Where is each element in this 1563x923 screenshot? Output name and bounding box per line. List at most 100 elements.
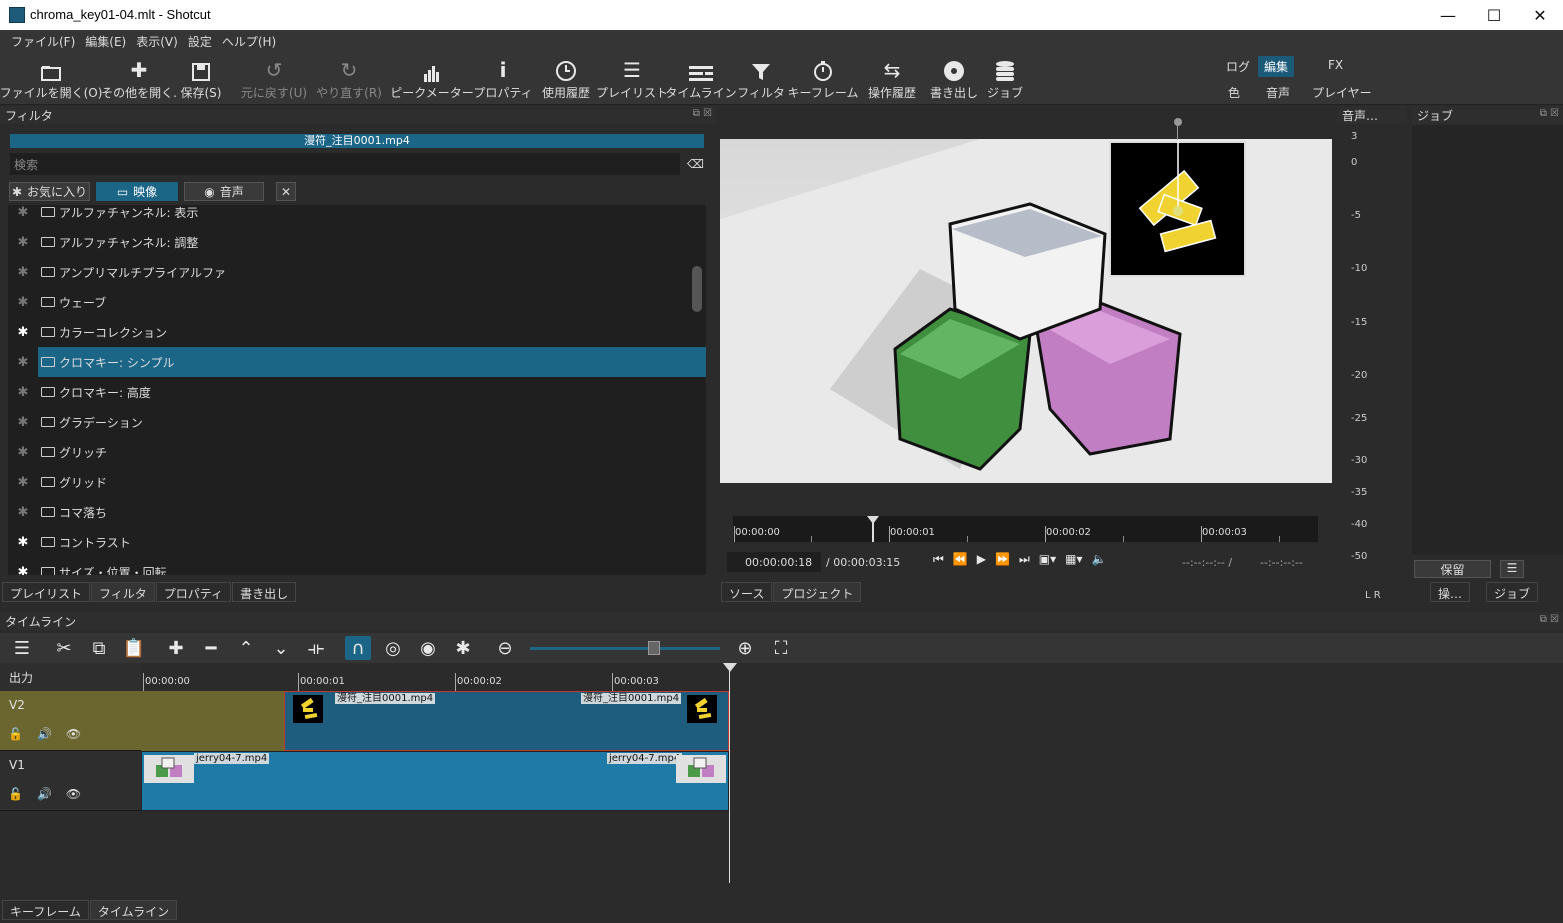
layout-player[interactable]: プレイヤー — [1306, 82, 1378, 103]
filter-item[interactable]: ✱ コマ落ち — [8, 497, 706, 527]
timeline-empty-area[interactable] — [0, 811, 1563, 898]
clip-v2[interactable]: 漫符_注目0001.mp4 漫符_注目0001.mp4 — [284, 691, 729, 751]
volume-icon[interactable]: 🔈 — [1092, 552, 1107, 567]
tab-keyframes[interactable]: キーフレーム — [2, 900, 89, 920]
close-button[interactable]: ✕ — [1517, 0, 1563, 30]
zoom-in-icon[interactable]: ⊕ — [732, 636, 758, 660]
tab-filters[interactable]: フィルタ — [91, 582, 155, 602]
filter-list-scrollbar[interactable] — [692, 266, 702, 312]
paste-icon[interactable]: 📋 — [121, 636, 147, 660]
clear-search-icon[interactable]: ⌫ — [687, 157, 705, 171]
tab-project[interactable]: プロジェクト — [773, 582, 862, 602]
playlist-button[interactable]: ☰ プレイリスト — [596, 54, 668, 102]
tab-jobs[interactable]: ジョブ — [1486, 582, 1539, 602]
dock-buttons[interactable]: ⧉ ☒ — [693, 108, 712, 119]
filter-item[interactable]: ✱ クロマキー: 高度 — [8, 377, 706, 407]
maximize-button[interactable]: ☐ — [1471, 0, 1517, 30]
favorite-star-icon[interactable]: ✱ — [8, 205, 38, 220]
fast-forward-icon[interactable]: ⏩ — [995, 552, 1010, 567]
zoom-icon[interactable]: ▣▾ — [1039, 552, 1056, 567]
player-playhead[interactable] — [867, 516, 879, 542]
jobs-button[interactable]: ジョブ — [987, 54, 1023, 102]
layout-editing[interactable]: 編集 — [1258, 56, 1295, 77]
filter-button[interactable]: フィルタ — [737, 54, 785, 102]
filter-search-input[interactable]: 検索 — [10, 153, 680, 175]
overwrite-icon[interactable]: ⌄ — [268, 636, 294, 660]
zoom-fit-icon[interactable]: ⛶ — [768, 636, 794, 660]
video-preview[interactable] — [720, 139, 1332, 483]
track-header-v2[interactable]: V2 🔓 🔊 👁 — [0, 691, 141, 751]
timeline-menu-icon[interactable]: ☰ — [9, 636, 35, 660]
favorites-chip[interactable]: ✱ お気に入り — [9, 182, 90, 201]
menu-view[interactable]: 表示(V) — [131, 30, 183, 50]
filter-item[interactable]: ✱ コントラスト — [8, 527, 706, 557]
peak-meter-button[interactable]: ピークメーター — [390, 54, 474, 102]
favorite-star-icon[interactable]: ✱ — [8, 565, 38, 576]
favorite-star-icon[interactable]: ✱ — [8, 325, 38, 340]
layout-fx[interactable]: FX — [1322, 56, 1349, 74]
zoom-slider[interactable] — [530, 647, 720, 650]
track-header-v1[interactable]: V1 🔓 🔊 👁 — [0, 751, 141, 811]
dock-buttons[interactable]: ⧉ ☒ — [1540, 108, 1559, 119]
favorite-star-icon[interactable]: ✱ — [8, 505, 38, 520]
player-ruler[interactable]: 00:00:00 00:00:01 00:00:02 00:00:03 — [733, 516, 1318, 542]
properties-button[interactable]: i プロパティ — [473, 54, 532, 102]
ripple-all-icon[interactable]: ✱ — [450, 636, 476, 660]
favorite-star-icon[interactable]: ✱ — [8, 355, 38, 370]
favorite-star-icon[interactable]: ✱ — [8, 475, 38, 490]
filter-item[interactable]: ✱ サイズ・位置・回転 — [8, 557, 706, 575]
cut-icon[interactable]: ✂ — [51, 636, 77, 660]
menu-edit[interactable]: 編集(E) — [80, 30, 131, 50]
ripple-delete-icon[interactable]: ━ — [198, 636, 224, 660]
jobs-menu-icon[interactable]: ☰ — [1500, 560, 1524, 578]
ripple-icon[interactable]: ◉ — [415, 636, 441, 660]
filter-item[interactable]: ✱ グリッド — [8, 467, 706, 497]
audio-chip[interactable]: ◉ 音声 — [184, 182, 264, 201]
rewind-icon[interactable]: ⏪ — [953, 552, 968, 567]
eye-icon[interactable]: 👁 — [66, 787, 81, 801]
favorite-star-icon[interactable]: ✱ — [8, 385, 38, 400]
close-filter-icon[interactable]: ✕ — [276, 182, 296, 201]
skip-start-icon[interactable]: ⏮ — [933, 552, 944, 567]
mute-icon[interactable]: 🔊 — [37, 727, 52, 741]
pause-jobs-button[interactable]: 保留 — [1414, 560, 1491, 578]
dock-buttons[interactable]: ⧉ ☒ — [1540, 614, 1559, 625]
timeline-button[interactable]: タイムライン — [665, 54, 737, 102]
filter-item[interactable]: ✱ アンプリマルチプライアルファ — [8, 257, 706, 287]
filter-item[interactable]: ✱ クロマキー: シンプル — [8, 347, 706, 377]
history-button[interactable]: ⇆ 操作履歴 — [866, 54, 918, 102]
open-file-button[interactable]: ファイルを開く(O) — [0, 54, 102, 102]
filter-item[interactable]: ✱ カラーコレクション — [8, 317, 706, 347]
export-button[interactable]: 書き出し — [930, 54, 978, 102]
filter-item[interactable]: ✱ グラデーション — [8, 407, 706, 437]
tab-properties[interactable]: プロパティ — [155, 582, 232, 602]
eye-icon[interactable]: 👁 — [66, 727, 81, 741]
tab-timeline[interactable]: タイムライン — [89, 900, 178, 920]
play-icon[interactable]: ▶ — [977, 552, 986, 567]
favorite-star-icon[interactable]: ✱ — [8, 445, 38, 460]
skip-end-icon[interactable]: ⏭ — [1019, 552, 1030, 567]
favorite-star-icon[interactable]: ✱ — [8, 265, 38, 280]
menu-file[interactable]: ファイル(F) — [6, 30, 80, 50]
zoom-out-icon[interactable]: ⊖ — [492, 636, 518, 660]
scrub-icon[interactable]: ◎ — [380, 636, 406, 660]
filter-item[interactable]: ✱ グリッチ — [8, 437, 706, 467]
position-field[interactable]: 00:00:00:18 — [727, 552, 821, 572]
lock-icon[interactable]: 🔓 — [8, 787, 23, 801]
favorite-star-icon[interactable]: ✱ — [8, 295, 38, 310]
layout-color[interactable]: 色 — [1222, 82, 1246, 103]
clip-v1[interactable]: jerry04-7.mp4 jerry04-7.mp4 — [141, 751, 729, 811]
redo-button[interactable]: ↻ やり直す(R) — [316, 54, 382, 102]
zoom-slider-handle[interactable] — [648, 641, 660, 655]
layout-audio[interactable]: 音声 — [1260, 82, 1296, 103]
menu-help[interactable]: ヘルプ(H) — [217, 30, 281, 50]
minimize-button[interactable]: — — [1425, 0, 1471, 30]
tab-playlist[interactable]: プレイリスト — [2, 582, 91, 602]
menu-settings[interactable]: 設定 — [183, 30, 217, 50]
favorite-star-icon[interactable]: ✱ — [8, 535, 38, 550]
tab-operations[interactable]: 操… — [1430, 582, 1471, 602]
snap-icon[interactable]: ∩ — [345, 636, 371, 660]
lift-icon[interactable]: ⌃ — [233, 636, 259, 660]
open-other-button[interactable]: ✚ その他を開く. — [101, 54, 177, 102]
append-icon[interactable]: ✚ — [163, 636, 189, 660]
